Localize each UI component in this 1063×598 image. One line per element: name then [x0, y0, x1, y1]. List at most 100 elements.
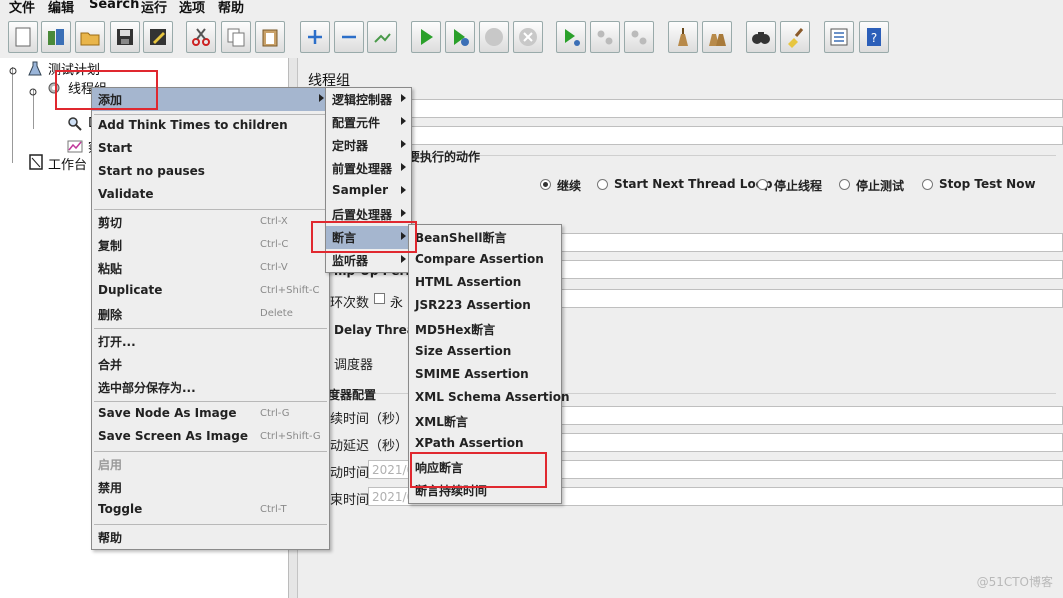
- cut-button[interactable]: [186, 21, 216, 53]
- menu-item-disable[interactable]: 禁用: [92, 476, 329, 499]
- tree-node-workbench[interactable]: 工作台: [48, 154, 87, 173]
- assertion-xml-schema[interactable]: XML Schema Assertion: [409, 387, 570, 410]
- threads-field[interactable]: [560, 233, 1063, 252]
- comments-field[interactable]: [408, 126, 1063, 145]
- radio-start-next-loop[interactable]: [597, 179, 608, 190]
- clear-icon: [678, 28, 688, 46]
- menu-edit[interactable]: 编辑: [48, 0, 74, 16]
- open-button[interactable]: [75, 21, 105, 53]
- submenu-arrow-icon: [401, 186, 406, 194]
- menu-item-help[interactable]: 帮助: [92, 526, 329, 549]
- scheduler-config-label: 度器配置: [328, 388, 377, 402]
- toggle-icon: [374, 33, 391, 43]
- menu-item-merge[interactable]: 合并: [92, 353, 329, 376]
- expand-button[interactable]: [300, 21, 330, 53]
- tree-expand-handle-icon[interactable]: [28, 84, 44, 100]
- menu-item-duplicate[interactable]: Duplicate Ctrl+Shift-C: [92, 280, 329, 303]
- radio-stop-thread[interactable]: [757, 179, 768, 190]
- save-button[interactable]: [110, 21, 140, 53]
- menu-item-label: 粘贴: [98, 262, 123, 276]
- submenu-item-pre-processor[interactable]: 前置处理器: [326, 157, 411, 180]
- start-time-label: 动时间: [330, 466, 370, 481]
- menu-item-toggle[interactable]: Toggle Ctrl-T: [92, 499, 329, 522]
- end-time-label: 束时间: [330, 493, 370, 508]
- clear-all-button[interactable]: [702, 21, 732, 53]
- startup-delay-field[interactable]: [560, 433, 1063, 452]
- collapse-button[interactable]: [334, 21, 364, 53]
- menu-item-copy[interactable]: 复制 Ctrl-C: [92, 234, 329, 257]
- menu-item-paste[interactable]: 粘贴 Ctrl-V: [92, 257, 329, 280]
- ramp-up-field[interactable]: [560, 260, 1063, 279]
- copy-icon: [227, 28, 245, 47]
- name-field[interactable]: [408, 99, 1063, 118]
- help-button[interactable]: ?: [859, 21, 889, 53]
- menu-item-label: XML Schema Assertion: [415, 390, 570, 404]
- submenu-arrow-icon: [401, 209, 406, 217]
- submenu-item-timer[interactable]: 定时器: [326, 134, 411, 157]
- assertion-xml[interactable]: XML断言: [409, 410, 561, 433]
- toggle-button[interactable]: [367, 21, 397, 53]
- menu-item-save-node-image[interactable]: Save Node As Image Ctrl-G: [92, 403, 329, 426]
- menu-item-save-screen-image[interactable]: Save Screen As Image Ctrl+Shift-G: [92, 426, 329, 449]
- assertion-jsr223[interactable]: JSR223 Assertion: [409, 295, 561, 318]
- menu-item-start[interactable]: Start: [92, 138, 329, 161]
- remote-shutdown-button[interactable]: [624, 21, 654, 53]
- assertion-compare[interactable]: Compare Assertion: [409, 249, 561, 272]
- submenu-item-logic-controller[interactable]: 逻辑控制器: [326, 88, 411, 111]
- assertion-beanshell[interactable]: BeanShell断言: [409, 226, 561, 249]
- duration-field[interactable]: [560, 406, 1063, 425]
- menu-item-validate[interactable]: Validate: [92, 184, 329, 207]
- radio-start-next-loop-label: Start Next Thread Loop: [614, 177, 773, 191]
- expand-icon: [308, 30, 322, 44]
- menu-file[interactable]: 文件: [9, 0, 35, 16]
- tree-expand-handle-icon[interactable]: [8, 63, 24, 79]
- stop-button[interactable]: [479, 21, 509, 53]
- menu-item-label: 复制: [98, 239, 123, 253]
- open-icon: [80, 32, 100, 46]
- menu-item-label: Toggle: [98, 502, 143, 516]
- remote-stop-button[interactable]: [590, 21, 620, 53]
- menu-search[interactable]: Search: [89, 0, 139, 12]
- assertion-md5hex[interactable]: MD5Hex断言: [409, 318, 561, 341]
- menu-item-label: MD5Hex断言: [415, 323, 496, 337]
- start-no-pauses-button[interactable]: [445, 21, 475, 53]
- templates-button[interactable]: [41, 21, 71, 53]
- assertion-html[interactable]: HTML Assertion: [409, 272, 561, 295]
- save-as-button[interactable]: [143, 21, 173, 53]
- forever-checkbox[interactable]: [374, 293, 385, 304]
- menu-item-save-selection[interactable]: 选中部分保存为...: [92, 376, 329, 399]
- menu-item-label: Validate: [98, 187, 154, 201]
- menu-item-cut[interactable]: 剪切 Ctrl-X: [92, 211, 329, 234]
- listener-chart-icon: [67, 140, 83, 153]
- submenu-item-sampler[interactable]: Sampler: [326, 180, 411, 203]
- loop-count-field[interactable]: [560, 289, 1063, 308]
- menu-run[interactable]: 运行: [141, 0, 167, 16]
- start-button[interactable]: [411, 21, 441, 53]
- paste-button[interactable]: [255, 21, 285, 53]
- assertion-size[interactable]: Size Assertion: [409, 341, 561, 364]
- menu-item-enable: 启用: [92, 453, 329, 476]
- menu-item-label: 配置元件: [332, 116, 381, 130]
- new-button[interactable]: [8, 21, 38, 53]
- radio-stop-test-now[interactable]: [922, 179, 933, 190]
- annotation-box-assertion: [311, 221, 417, 253]
- clear-button[interactable]: [668, 21, 698, 53]
- function-helper-button[interactable]: [824, 21, 854, 53]
- menu-options[interactable]: 选项: [179, 0, 205, 16]
- menu-item-open[interactable]: 打开...: [92, 330, 329, 353]
- menu-help[interactable]: 帮助: [218, 0, 244, 16]
- reset-search-button[interactable]: [780, 21, 810, 53]
- submenu-item-config-element[interactable]: 配置元件: [326, 111, 411, 134]
- search-button[interactable]: [746, 21, 776, 53]
- menu-item-label: Sampler: [332, 183, 389, 197]
- menu-item-start-no-pauses[interactable]: Start no pauses: [92, 161, 329, 184]
- shutdown-button[interactable]: [513, 21, 543, 53]
- copy-button[interactable]: [221, 21, 251, 53]
- menu-item-add-think-times[interactable]: Add Think Times to children: [92, 115, 329, 138]
- radio-stop-test[interactable]: [839, 179, 850, 190]
- toolbar: ?: [0, 16, 1063, 59]
- remote-start-button[interactable]: [556, 21, 586, 53]
- radio-continue[interactable]: [540, 179, 551, 190]
- assertion-smime[interactable]: SMIME Assertion: [409, 364, 561, 387]
- menu-item-delete[interactable]: 删除 Delete: [92, 303, 329, 326]
